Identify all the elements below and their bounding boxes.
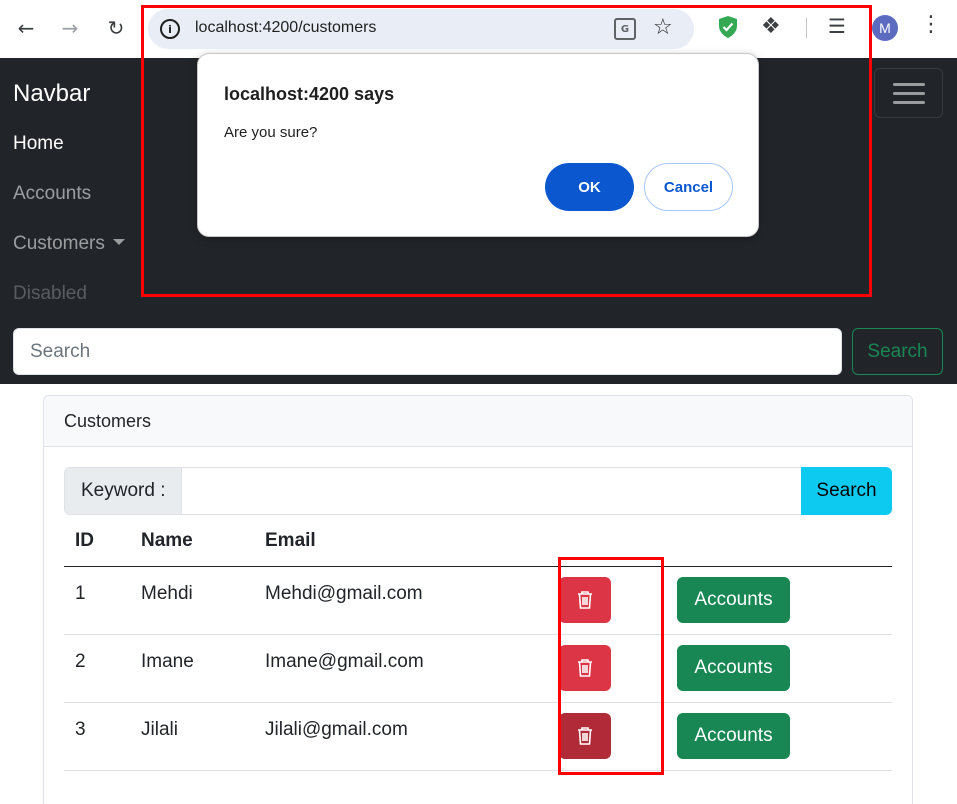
column-header-email: Email — [254, 516, 548, 567]
table-row: 2 Imane Imane@gmail.com Accounts — [64, 634, 892, 703]
navbar-brand[interactable]: Navbar — [13, 80, 90, 108]
trash-icon — [578, 726, 592, 745]
table-row: 3 Jilali Jilali@gmail.com Accounts — [64, 702, 892, 771]
cell-accounts: Accounts — [666, 566, 892, 635]
nav-link-home[interactable]: Home — [13, 133, 64, 155]
table-header-row: ID Name Email — [64, 516, 892, 567]
translate-icon[interactable]: G — [614, 18, 636, 40]
column-header-name: Name — [130, 516, 254, 567]
navbar-search-input[interactable] — [13, 328, 842, 375]
cell-delete — [548, 634, 666, 703]
reload-icon[interactable]: ↻ — [102, 14, 130, 42]
site-info-icon[interactable]: i — [160, 19, 180, 39]
nav-link-customers-label: Customers — [13, 233, 105, 254]
dialog-message: Are you sure? — [224, 124, 318, 141]
nav-link-customers[interactable]: Customers — [13, 233, 125, 255]
delete-button[interactable] — [559, 712, 611, 759]
caret-down-icon — [112, 239, 125, 245]
delete-button[interactable] — [559, 644, 611, 691]
cell-email: Jilali@gmail.com — [254, 702, 548, 771]
column-header-delete — [548, 516, 666, 567]
keyword-label: Keyword : — [64, 467, 182, 515]
url-text[interactable]: localhost:4200/customers — [195, 19, 376, 37]
cell-id: 2 — [64, 634, 130, 703]
trash-icon — [578, 590, 592, 609]
kebab-menu-icon[interactable]: ⋮ — [920, 14, 942, 36]
keyword-input[interactable] — [181, 467, 802, 515]
table-row: 1 Mehdi Mehdi@gmail.com Accounts — [64, 566, 892, 635]
puzzle-icon[interactable]: ❖ — [761, 14, 781, 39]
browser-toolbar: ← → ↻ i localhost:4200/customers G ☆ ❖ ☰… — [0, 0, 957, 58]
cell-name: Imane — [130, 634, 254, 703]
back-icon[interactable]: ← — [12, 14, 40, 42]
dialog-title: localhost:4200 says — [224, 84, 395, 104]
accounts-button[interactable]: Accounts — [677, 712, 790, 759]
forward-icon[interactable]: → — [56, 14, 84, 42]
navbar-search-button[interactable]: Search — [852, 328, 943, 375]
cell-name: Mehdi — [130, 566, 254, 635]
cell-name: Jilali — [130, 702, 254, 771]
toolbar-divider — [806, 18, 807, 38]
nav-link-accounts[interactable]: Accounts — [13, 183, 91, 205]
accounts-button[interactable]: Accounts — [677, 644, 790, 691]
media-queue-icon[interactable]: ☰ — [828, 14, 846, 38]
confirm-dialog: localhost:4200 says Are you sure? OK Can… — [197, 53, 759, 237]
cell-id: 3 — [64, 702, 130, 771]
cell-delete — [548, 702, 666, 771]
address-bar[interactable]: i localhost:4200/customers G ☆ — [148, 9, 694, 49]
keyword-search-button[interactable]: Search — [801, 467, 892, 515]
ok-button[interactable]: OK — [545, 163, 634, 211]
cell-accounts: Accounts — [666, 702, 892, 771]
cell-email: Imane@gmail.com — [254, 634, 548, 703]
navbar-toggler-button[interactable] — [874, 68, 943, 118]
nav-link-disabled: Disabled — [13, 283, 87, 304]
cell-accounts: Accounts — [666, 634, 892, 703]
column-header-id: ID — [64, 516, 130, 567]
customers-table: ID Name Email 1 Mehdi Mehdi@gmail.com Ac… — [64, 516, 892, 771]
shield-extension-icon[interactable] — [717, 15, 739, 39]
column-header-accounts — [666, 516, 892, 567]
cell-delete — [548, 566, 666, 635]
star-icon[interactable]: ☆ — [653, 15, 673, 40]
accounts-button[interactable]: Accounts — [677, 576, 790, 623]
cell-email: Mehdi@gmail.com — [254, 566, 548, 635]
delete-button[interactable] — [559, 576, 611, 623]
keyword-search-group: Keyword : Search — [64, 467, 893, 515]
trash-icon — [578, 658, 592, 677]
cell-id: 1 — [64, 566, 130, 635]
profile-avatar[interactable]: M — [872, 15, 898, 41]
card-header: Customers — [44, 396, 912, 447]
customers-card: Customers Keyword : Search ID Name Email… — [43, 395, 913, 804]
cancel-button[interactable]: Cancel — [644, 163, 733, 211]
